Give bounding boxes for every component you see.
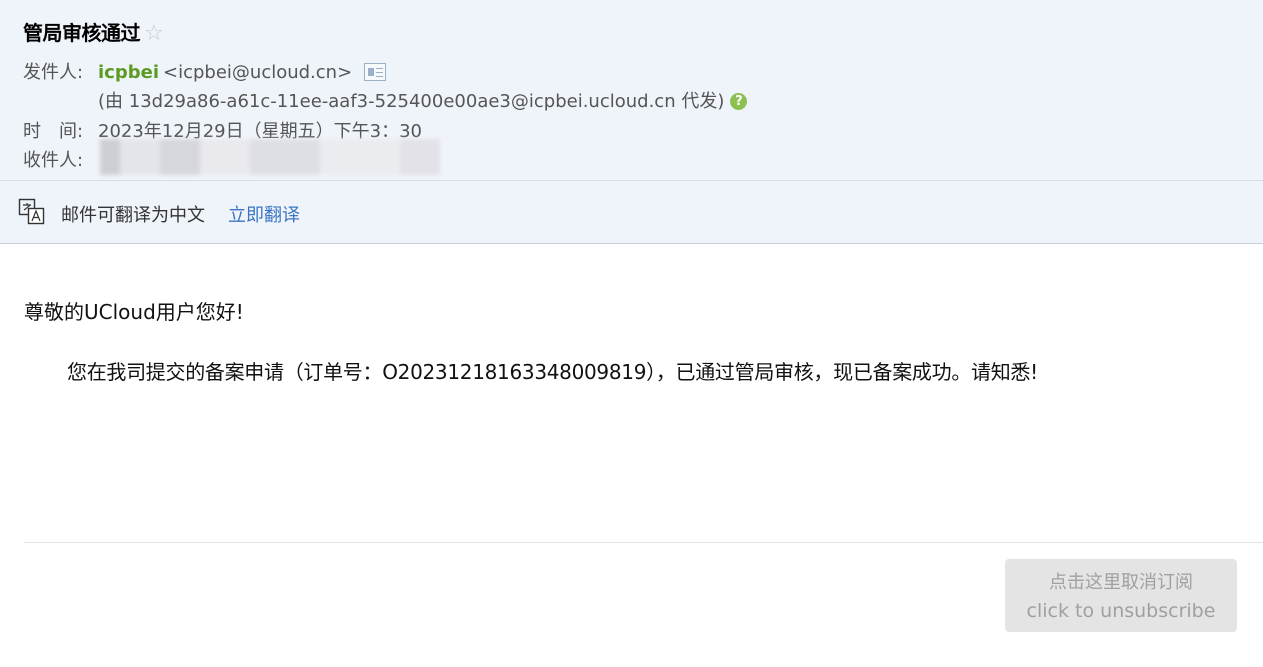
on-behalf-text: (由 13d29a86-a61c-11ee-aaf3-525400e00ae3@…	[98, 91, 725, 112]
unsubscribe-label-en: click to unsubscribe	[1026, 600, 1216, 622]
mail-content: 您在我司提交的备案申请（订单号：O20231218163348009819），已…	[67, 360, 1038, 384]
to-label: 收件人:	[23, 150, 84, 171]
unsubscribe-button[interactable]: 点击这里取消订阅 click to unsubscribe	[1005, 559, 1237, 632]
mail-subject: 管局审核通过 ☆	[23, 17, 164, 46]
translate-text: 邮件可翻译为中文	[61, 205, 205, 226]
translate-now-link[interactable]: 立即翻译	[228, 201, 300, 227]
content-divider	[24, 542, 1263, 543]
subject-text: 管局审核通过	[23, 21, 141, 45]
time-label: 时 间:	[23, 121, 84, 142]
translate-bar: 邮件可翻译为中文 立即翻译	[0, 180, 1263, 244]
contact-card-icon[interactable]	[364, 63, 387, 81]
sender-address[interactable]: <icpbei@ucloud.cn>	[163, 62, 352, 83]
mail-header: 管局审核通过 ☆ 发件人: icpbei <icpbei@ucloud.cn> (由 …	[0, 0, 1263, 180]
sender-name[interactable]: icpbei	[98, 62, 159, 83]
from-label: 发件人:	[23, 62, 84, 83]
from-row: 发件人: icpbei <icpbei@ucloud.cn>	[23, 58, 387, 84]
help-icon[interactable]: ?	[730, 93, 748, 110]
star-icon[interactable]: ☆	[144, 21, 164, 46]
unsubscribe-label-cn: 点击这里取消订阅	[1049, 572, 1193, 593]
on-behalf-row: (由 13d29a86-a61c-11ee-aaf3-525400e00ae3@…	[98, 87, 748, 113]
mail-greeting: 尊敬的UCloud用户您好!	[24, 300, 244, 324]
translate-icon[interactable]	[18, 198, 46, 226]
to-row: 收件人:	[23, 146, 98, 172]
recipient-blurred	[100, 139, 440, 175]
